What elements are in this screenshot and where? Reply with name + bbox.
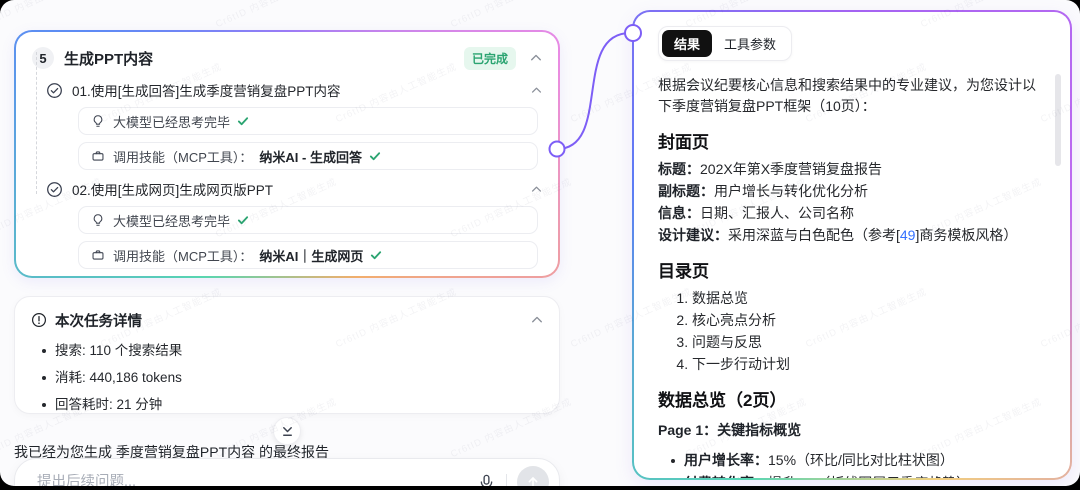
think-status-row: 大模型已经思考完毕 (78, 107, 538, 135)
field-label: 副标题： (658, 183, 714, 199)
check-circle-icon (46, 181, 63, 198)
substep-1-header[interactable]: 01.使用[生成回答]生成季度营销复盘PPT内容 (46, 80, 542, 100)
tab-result[interactable]: 结果 (662, 30, 713, 57)
task-details-card: 本次任务详情 搜索: 110 个搜索结果 消耗: 440,186 tokens … (14, 296, 560, 414)
result-panel: 结果 工具参数 根据会议纪要核心信息和搜索结果中的专业建议，为您设计以下季度营销… (632, 10, 1072, 480)
followup-input[interactable] (37, 474, 477, 486)
toc-item: 数据总览 (692, 288, 1048, 309)
success-check-icon (370, 249, 382, 261)
metric-bullet: 用户增长率：15%（环比/同比对比柱状图） (658, 450, 1048, 471)
task-stat-duration: 回答耗时: 21 分钟 (31, 391, 543, 418)
cover-line-info: 信息：日期、汇报人、公司名称 (658, 203, 1048, 224)
chevron-up-icon[interactable] (531, 314, 543, 326)
chevron-up-icon[interactable] (530, 52, 542, 64)
page1-heading: Page 1：关键指标概览 (658, 422, 802, 438)
plan-title: 生成PPT内容 (64, 50, 154, 68)
field-label: 设计建议： (658, 227, 728, 243)
app-window: 5 生成PPT内容 已完成 01.使用[生成回答]生成季度营销复盘PPT内容 大… (0, 0, 1080, 486)
field-label: 标题： (658, 161, 700, 177)
skill-name: 纳米AI｜生成网页 (259, 248, 364, 264)
briefcase-icon (91, 248, 105, 262)
ai-watermark: Cr6tID 内容由人工智能生成 (0, 0, 104, 30)
result-tabs: 结果 工具参数 (658, 26, 793, 61)
result-intro: 根据会议纪要核心信息和搜索结果中的专业建议，为您设计以下季度营销复盘PPT框架（… (658, 77, 1036, 114)
reference-link[interactable]: 49 (900, 227, 916, 243)
ai-watermark: Cr6tID 内容由人工智能生成 (213, 0, 339, 30)
cover-line-title: 标题：202X年第X季度营销复盘报告 (658, 159, 1048, 180)
metric-value: 15%（环比/同比对比柱状图） (768, 452, 954, 468)
field-value: 采用深蓝与白色配色（参考[ (728, 227, 900, 243)
substep-1: 01.使用[生成回答]生成季度营销复盘PPT内容 大模型已经思考完毕 调用技能（… (32, 80, 542, 170)
briefcase-icon (91, 149, 105, 163)
field-value: 用户增长与转化优化分析 (714, 183, 868, 199)
task-details-title: 本次任务详情 (55, 313, 142, 330)
success-check-icon (237, 115, 249, 127)
ai-watermark: Cr6tID 内容由人工智能生成 (448, 0, 574, 30)
metric-value: 提升5%（折线图展示季度趋势） (768, 475, 970, 478)
success-check-icon (369, 150, 381, 162)
toc-item: 核心亮点分析 (692, 310, 1048, 331)
field-value: 202X年第X季度营销复盘报告 (700, 161, 883, 177)
field-label: 信息： (658, 205, 700, 221)
scrollbar-thumb[interactable] (1055, 74, 1061, 166)
plan-card: 5 生成PPT内容 已完成 01.使用[生成回答]生成季度营销复盘PPT内容 大… (14, 30, 560, 278)
microphone-icon[interactable] (477, 473, 496, 486)
field-value: ]商务模板风格） (915, 227, 1018, 243)
lightbulb-icon (91, 114, 105, 128)
substep-2-title: 02.使用[生成网页]生成网页版PPT (72, 183, 274, 198)
section-heading-toc: 目录页 (658, 262, 709, 281)
tab-tool-params[interactable]: 工具参数 (712, 30, 788, 57)
lightbulb-icon (91, 213, 105, 227)
cover-line-subtitle: 副标题：用户增长与转化优化分析 (658, 181, 1048, 202)
send-button[interactable] (517, 466, 549, 486)
skill-call-label: 调用技能（MCP工具）： (113, 248, 253, 264)
task-stat-search: 搜索: 110 个搜索结果 (31, 337, 543, 364)
field-value: 日期、汇报人、公司名称 (700, 205, 854, 221)
chevron-up-icon[interactable] (531, 184, 542, 195)
metric-label: 付费转化率： (684, 475, 768, 478)
result-content: 根据会议纪要核心信息和搜索结果中的专业建议，为您设计以下季度营销复盘PPT框架（… (658, 75, 1048, 478)
cover-line-design: 设计建议：采用深蓝与白色配色（参考[49]商务模板风格） (658, 225, 1048, 246)
skill-name: 纳米AI - 生成回答 (259, 149, 362, 165)
status-badge: 已完成 (463, 46, 516, 70)
toc-item: 问题与反思 (692, 332, 1048, 353)
metric-bullet: 付费转化率：提升5%（折线图展示季度趋势） (658, 473, 1048, 478)
success-check-icon (237, 214, 249, 226)
metric-label: 用户增长率： (684, 452, 768, 468)
plan-card-header[interactable]: 5 生成PPT内容 已完成 (32, 46, 542, 70)
skill-call-row: 调用技能（MCP工具）： 纳米AI - 生成回答 (78, 142, 538, 170)
toc-list: 数据总览 核心亮点分析 问题与反思 下一步行动计划 (658, 288, 1048, 375)
chevron-up-icon[interactable] (531, 85, 542, 96)
check-circle-icon (46, 82, 63, 99)
substep-2: 02.使用[生成网页]生成网页版PPT 大模型已经思考完毕 调用技能（MCP工具… (32, 179, 542, 269)
think-status-text: 大模型已经思考完毕 (113, 213, 231, 229)
toc-item: 下一步行动计划 (692, 354, 1048, 375)
composer-divider (506, 474, 507, 486)
substep-2-header[interactable]: 02.使用[生成网页]生成网页版PPT (46, 179, 542, 199)
skill-call-label: 调用技能（MCP工具）： (113, 149, 253, 165)
info-icon (31, 312, 47, 328)
substep-1-title: 01.使用[生成回答]生成季度营销复盘PPT内容 (72, 84, 341, 99)
task-stat-tokens: 消耗: 440,186 tokens (31, 364, 543, 391)
composer (14, 458, 560, 486)
section-heading-cover: 封面页 (658, 133, 709, 152)
section-heading-data-overview: 数据总览（2页） (658, 391, 787, 410)
scroll-to-bottom-button[interactable] (273, 417, 301, 445)
think-status-row: 大模型已经思考完毕 (78, 206, 538, 234)
task-details-header[interactable]: 本次任务详情 (31, 310, 543, 330)
scroll-to-bottom-icon (281, 425, 294, 438)
skill-call-row: 调用技能（MCP工具）： 纳米AI｜生成网页 (78, 241, 538, 269)
think-status-text: 大模型已经思考完毕 (113, 114, 231, 130)
